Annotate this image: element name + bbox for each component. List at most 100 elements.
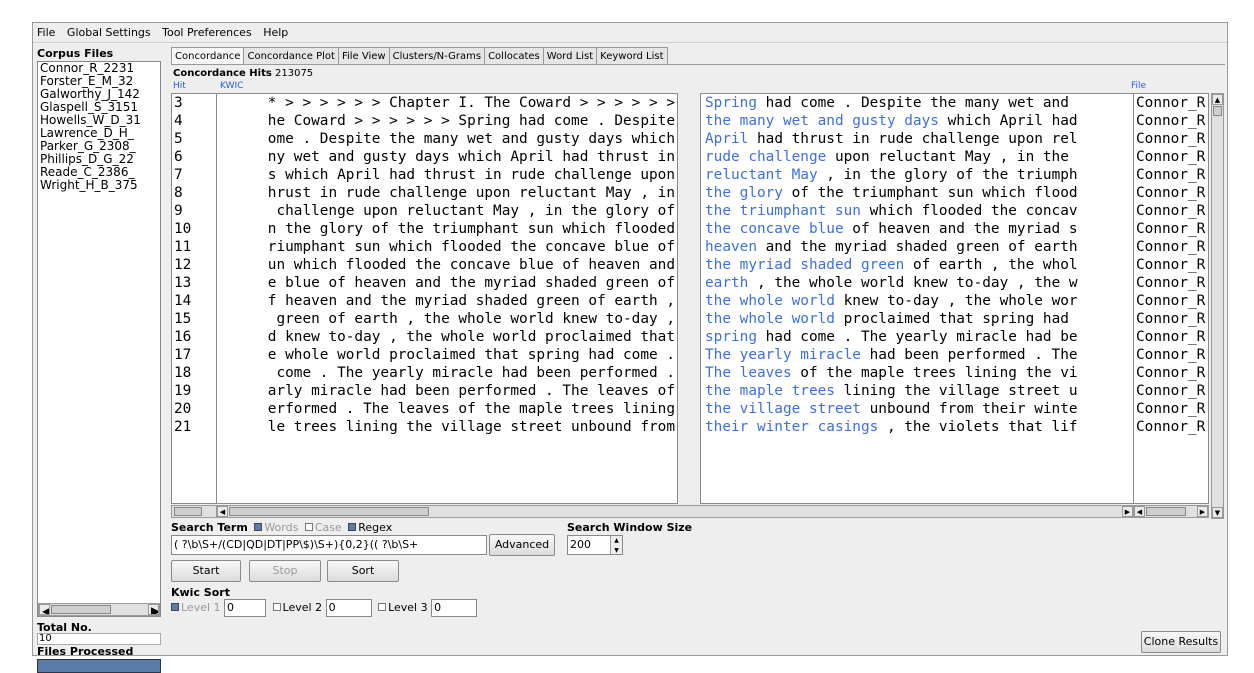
case-checkbox[interactable] xyxy=(304,523,313,531)
corpus-file-item[interactable]: Lawrence_D_H_ xyxy=(38,127,160,140)
kwic-left-context-cell[interactable]: challenge upon reluctant May , in the gl… xyxy=(217,202,677,220)
hit-number-cell[interactable]: 10 xyxy=(172,220,216,238)
corpus-file-item[interactable]: Galworthy_J_142 xyxy=(38,88,160,101)
scrollbar-thumb[interactable] xyxy=(174,507,202,516)
file-name-cell[interactable]: Connor_R xyxy=(1134,292,1208,310)
tab-concordance-plot[interactable]: Concordance Plot xyxy=(243,47,339,65)
menu-global-settings[interactable]: Global Settings xyxy=(63,23,155,39)
hit-number-cell[interactable]: 15 xyxy=(172,310,216,328)
menu-file[interactable]: File xyxy=(33,23,59,39)
kwic-right-context-cell[interactable]: the village street unbound from their wi… xyxy=(701,400,1133,418)
tab-keyword-list[interactable]: Keyword List xyxy=(596,47,668,65)
kwic-right-context-cell[interactable]: earth , the whole world knew to-day , th… xyxy=(701,274,1133,292)
kwic-right-context-cell[interactable]: the myriad shaded green of earth , the w… xyxy=(701,256,1133,274)
kwic-left-context-cell[interactable]: arly miracle had been performed . The le… xyxy=(217,382,677,400)
hit-number-cell[interactable]: 7 xyxy=(172,166,216,184)
kwic-left-context-cell[interactable]: hrust in rude challenge upon reluctant M… xyxy=(217,184,677,202)
file-name-cell[interactable]: Connor_R xyxy=(1134,148,1208,166)
advanced-button[interactable]: Advanced xyxy=(489,534,555,556)
kwic-left-context-cell[interactable]: erformed . The leaves of the maple trees… xyxy=(217,400,677,418)
corpus-file-item[interactable]: Connor_R_2231 xyxy=(38,62,160,75)
hit-number-cell[interactable]: 16 xyxy=(172,328,216,346)
file-name-cell[interactable]: Connor_R xyxy=(1134,202,1208,220)
hit-number-cell[interactable]: 3 xyxy=(172,94,216,112)
words-checkbox[interactable] xyxy=(254,523,263,531)
corpus-file-item[interactable]: Forster_E_M_32 xyxy=(38,75,160,88)
scrollbar-thumb[interactable] xyxy=(1146,507,1186,516)
file-name-cell[interactable]: Connor_R xyxy=(1134,256,1208,274)
kwic-left-context-cell[interactable]: riumphant sun which flooded the concave … xyxy=(217,238,677,256)
kwic-left-context-cell[interactable]: ome . Despite the many wet and gusty day… xyxy=(217,130,677,148)
hit-number-cell[interactable]: 9 xyxy=(172,202,216,220)
file-name-cell[interactable]: Connor_R xyxy=(1134,130,1208,148)
kwic-right-context-cell[interactable]: the concave blue of heaven and the myria… xyxy=(701,220,1133,238)
level1-spinner[interactable]: 0 xyxy=(224,599,267,617)
kwic-left-context-cell[interactable]: he Coward > > > > > > Spring had come . … xyxy=(217,112,677,130)
tab-file-view[interactable]: File View xyxy=(337,47,390,65)
hit-number-cell[interactable]: 20 xyxy=(172,400,216,418)
file-name-cell[interactable]: Connor_R xyxy=(1134,94,1208,112)
file-column-header[interactable]: File xyxy=(1131,81,1146,91)
kwic-right-context-cell[interactable]: heaven and the myriad shaded green of ea… xyxy=(701,238,1133,256)
kwic-left-context-cell[interactable]: green of earth , the whole world knew to… xyxy=(217,310,677,328)
hit-number-cell[interactable]: 19 xyxy=(172,382,216,400)
scrollbar-thumb[interactable] xyxy=(1213,106,1222,116)
hit-column-header[interactable]: Hit xyxy=(173,81,186,91)
hit-number-cell[interactable]: 8 xyxy=(172,184,216,202)
hit-number-cell[interactable]: 14 xyxy=(172,292,216,310)
level2-checkbox[interactable] xyxy=(272,603,281,611)
kwic-right-context-cell[interactable]: the maple trees lining the village stree… xyxy=(701,382,1133,400)
hit-number-cell[interactable]: 4 xyxy=(172,112,216,130)
kwic-left-context-cell[interactable]: f heaven and the myriad shaded green of … xyxy=(217,292,677,310)
kwic-left-context-cell[interactable]: un which flooded the concave blue of hea… xyxy=(217,256,677,274)
level3-checkbox[interactable] xyxy=(378,603,387,611)
file-name-cell[interactable]: Connor_R xyxy=(1134,346,1208,364)
hit-number-cell[interactable]: 5 xyxy=(172,130,216,148)
concordance-vscrollbar[interactable]: ▲ ▼ xyxy=(1211,93,1224,519)
file-name-cell[interactable]: Connor_R xyxy=(1134,400,1208,418)
corpus-file-item[interactable]: Phillips_D_G_22 xyxy=(38,153,160,166)
corpus-file-item[interactable]: Glaspell_S_3151 xyxy=(38,101,160,114)
tab-clusters-ngrams[interactable]: Clusters/N-Grams xyxy=(388,47,486,65)
hit-pane-hscrollbar[interactable] xyxy=(171,505,217,518)
hit-number-cell[interactable]: 6 xyxy=(172,148,216,166)
kwic-right-context-cell[interactable]: The leaves of the maple trees lining the… xyxy=(701,364,1133,382)
start-button[interactable]: Start xyxy=(171,560,241,582)
scroll-right-arrow-icon[interactable]: ▶ xyxy=(1197,506,1208,517)
scroll-up-arrow-icon[interactable]: ▲ xyxy=(1212,94,1223,105)
file-name-cell[interactable]: Connor_R xyxy=(1134,220,1208,238)
scrollbar-thumb[interactable] xyxy=(51,605,111,614)
kwic-left-context-cell[interactable]: e whole world proclaimed that spring had… xyxy=(217,346,677,364)
search-term-input[interactable]: ( ?\b\S+/(CD|QD|DT|PP\$)\S+){0,2}(( ?\b\… xyxy=(171,535,487,555)
kwic-right-context-cell[interactable]: reluctant May , in the glory of the triu… xyxy=(701,166,1133,184)
file-name-cell[interactable]: Connor_R xyxy=(1134,184,1208,202)
clone-results-button[interactable]: Clone Results xyxy=(1141,631,1221,653)
corpus-file-item[interactable]: Wright_H_B_375 xyxy=(38,179,160,192)
hit-number-cell[interactable]: 13 xyxy=(172,274,216,292)
scrollbar-thumb[interactable] xyxy=(229,507,429,516)
kwic-left-context-cell[interactable]: e blue of heaven and the myriad shaded g… xyxy=(217,274,677,292)
corpus-list-hscrollbar[interactable]: ◀ ▶ xyxy=(38,603,160,616)
kwic-right-context-cell[interactable]: the whole world knew to-day , the whole … xyxy=(701,292,1133,310)
kwic-right-context-cell[interactable]: the glory of the triumphant sun which fl… xyxy=(701,184,1133,202)
kwic-right-context-cell[interactable]: spring had come . The yearly miracle had… xyxy=(701,328,1133,346)
scroll-right-arrow-icon[interactable]: ▶ xyxy=(148,604,159,615)
level1-checkbox[interactable] xyxy=(171,603,179,611)
file-name-cell[interactable]: Connor_R xyxy=(1134,274,1208,292)
corpus-file-list[interactable]: Connor_R_2231 Forster_E_M_32 Galworthy_J… xyxy=(37,61,161,617)
file-name-cell[interactable]: Connor_R xyxy=(1134,418,1208,436)
kwic-hscrollbar[interactable]: ◀ ▶ xyxy=(216,505,1134,518)
search-window-size-input[interactable]: 200 ▲ ▼ xyxy=(567,535,623,555)
hit-number-cell[interactable]: 11 xyxy=(172,238,216,256)
kwic-left-context-cell[interactable]: s which April had thrust in rude challen… xyxy=(217,166,677,184)
corpus-file-item[interactable]: Reade_C_2386_ xyxy=(38,166,160,179)
hit-number-cell[interactable]: 21 xyxy=(172,418,216,436)
kwic-right-context-cell[interactable]: the triumphant sun which flooded the con… xyxy=(701,202,1133,220)
level2-spinner[interactable]: 0 xyxy=(325,599,372,617)
corpus-file-item[interactable]: Howells_W_D_31 xyxy=(38,114,160,127)
regex-checkbox[interactable] xyxy=(348,523,357,531)
kwic-left-context-cell[interactable]: * > > > > > > Chapter I. The Coward > > … xyxy=(217,94,677,112)
file-name-cell[interactable]: Connor_R xyxy=(1134,328,1208,346)
file-pane-hscrollbar[interactable]: ◀ ▶ xyxy=(1133,505,1209,518)
hit-number-cell[interactable]: 12 xyxy=(172,256,216,274)
